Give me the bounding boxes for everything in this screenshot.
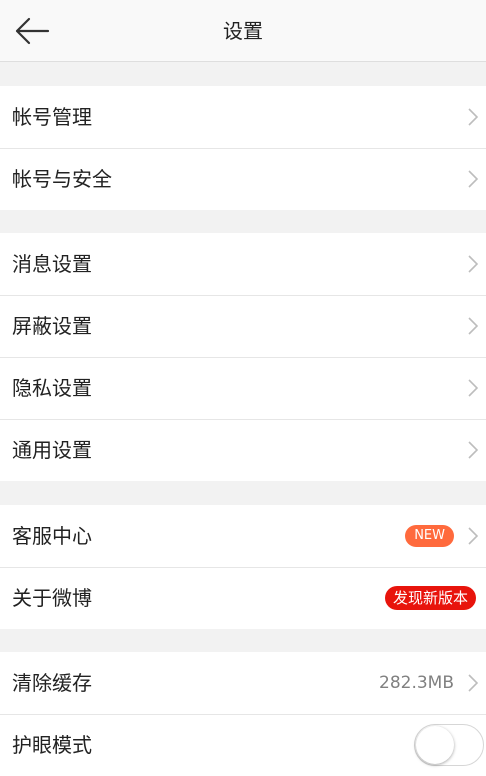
preferences-group: 消息设置 屏蔽设置 隐私设置 通用设置 <box>0 233 486 481</box>
cache-size-value: 282.3MB <box>379 673 454 693</box>
customer-service-label: 客服中心 <box>12 524 92 548</box>
chevron-right-icon <box>468 379 478 397</box>
account-management-item[interactable]: 帐号管理 <box>0 86 486 148</box>
utility-group: 清除缓存 282.3MB 护眼模式 <box>0 652 486 776</box>
message-settings-item[interactable]: 消息设置 <box>0 233 486 295</box>
eye-protection-item: 护眼模式 <box>0 714 486 776</box>
chevron-right-icon <box>468 527 478 545</box>
clear-cache-item[interactable]: 清除缓存 282.3MB <box>0 652 486 714</box>
privacy-settings-label: 隐私设置 <box>12 376 92 400</box>
account-security-item[interactable]: 帐号与安全 <box>0 148 486 210</box>
clear-cache-label: 清除缓存 <box>12 671 92 695</box>
toggle-knob <box>416 726 454 764</box>
general-settings-label: 通用设置 <box>12 438 92 462</box>
message-settings-label: 消息设置 <box>12 252 92 276</box>
chevron-right-icon <box>468 170 478 188</box>
account-group: 帐号管理 帐号与安全 <box>0 86 486 210</box>
top-bar: 设置 <box>0 0 486 62</box>
customer-service-item[interactable]: 客服中心 NEW <box>0 505 486 567</box>
eye-protection-label: 护眼模式 <box>12 733 92 757</box>
about-weibo-label: 关于微博 <box>12 586 92 610</box>
page-title: 设置 <box>223 19 263 43</box>
chevron-right-icon <box>468 108 478 126</box>
about-weibo-item[interactable]: 关于微博 发现新版本 <box>0 567 486 629</box>
chevron-right-icon <box>468 317 478 335</box>
block-settings-item[interactable]: 屏蔽设置 <box>0 295 486 357</box>
chevron-right-icon <box>468 674 478 692</box>
support-group: 客服中心 NEW 关于微博 发现新版本 <box>0 505 486 629</box>
chevron-right-icon <box>468 441 478 459</box>
new-version-badge: 发现新版本 <box>384 586 476 610</box>
account-security-label: 帐号与安全 <box>12 167 112 191</box>
chevron-right-icon <box>468 255 478 273</box>
privacy-settings-item[interactable]: 隐私设置 <box>0 357 486 419</box>
eye-protection-toggle[interactable] <box>414 724 484 766</box>
block-settings-label: 屏蔽设置 <box>12 314 92 338</box>
account-management-label: 帐号管理 <box>12 105 92 129</box>
new-badge: NEW <box>405 525 454 547</box>
general-settings-item[interactable]: 通用设置 <box>0 419 486 481</box>
